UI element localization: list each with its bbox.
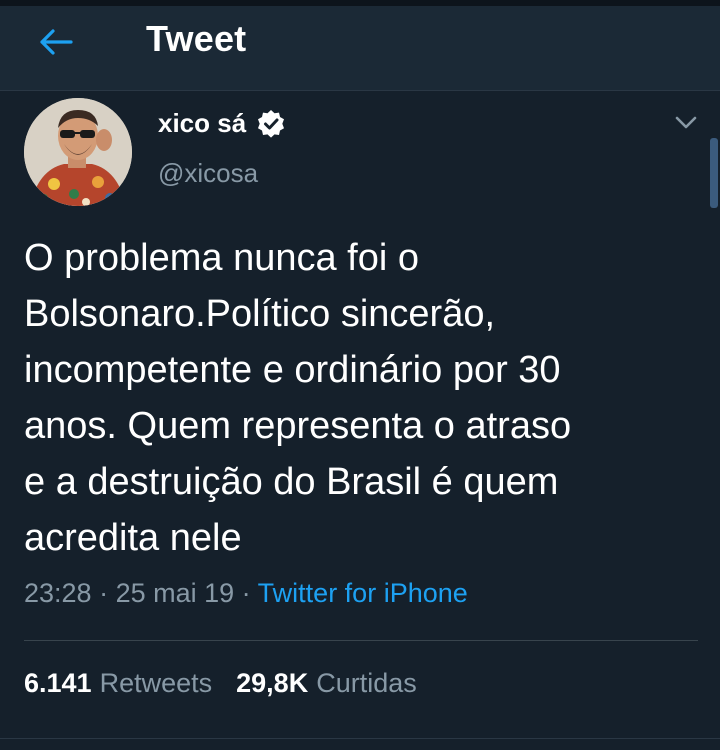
tweet-date: 25 mai 19 [115, 578, 235, 608]
tweet-time: 23:28 [24, 578, 92, 608]
author-handle[interactable]: @xicosa [158, 158, 258, 189]
author-row[interactable]: xico sá [158, 108, 286, 139]
top-bar: Tweet [0, 6, 720, 91]
tweet-menu-button[interactable] [672, 110, 700, 134]
author-display-name[interactable]: xico sá [158, 108, 246, 139]
chevron-down-icon [672, 116, 700, 138]
tweet-text: O problema nunca foi o Bolsonaro.Polític… [24, 237, 572, 559]
retweets-count: 6.141 [24, 668, 92, 698]
avatar[interactable] [24, 98, 132, 206]
page-title: Tweet [146, 18, 247, 59]
tweet-source-link[interactable]: Twitter for iPhone [258, 578, 468, 608]
divider [0, 738, 720, 739]
likes-count: 29,8K [236, 668, 309, 698]
likes-label: Curtidas [316, 668, 417, 698]
likes-stat[interactable]: 29,8K Curtidas [236, 668, 417, 699]
divider [24, 640, 698, 641]
retweets-label: Retweets [99, 668, 213, 698]
arrow-left-icon [39, 28, 73, 61]
scrollbar[interactable] [710, 138, 718, 208]
tweet-stats: 6.141 Retweets 29,8K Curtidas [24, 668, 441, 699]
meta-separator: · [91, 578, 116, 608]
tweet-meta: 23:28 · 25 mai 19 · Twitter for iPhone [24, 578, 468, 609]
verified-badge-icon [256, 109, 286, 139]
meta-separator: · [234, 578, 258, 608]
back-button[interactable] [34, 22, 78, 66]
retweets-stat[interactable]: 6.141 Retweets [24, 668, 212, 699]
